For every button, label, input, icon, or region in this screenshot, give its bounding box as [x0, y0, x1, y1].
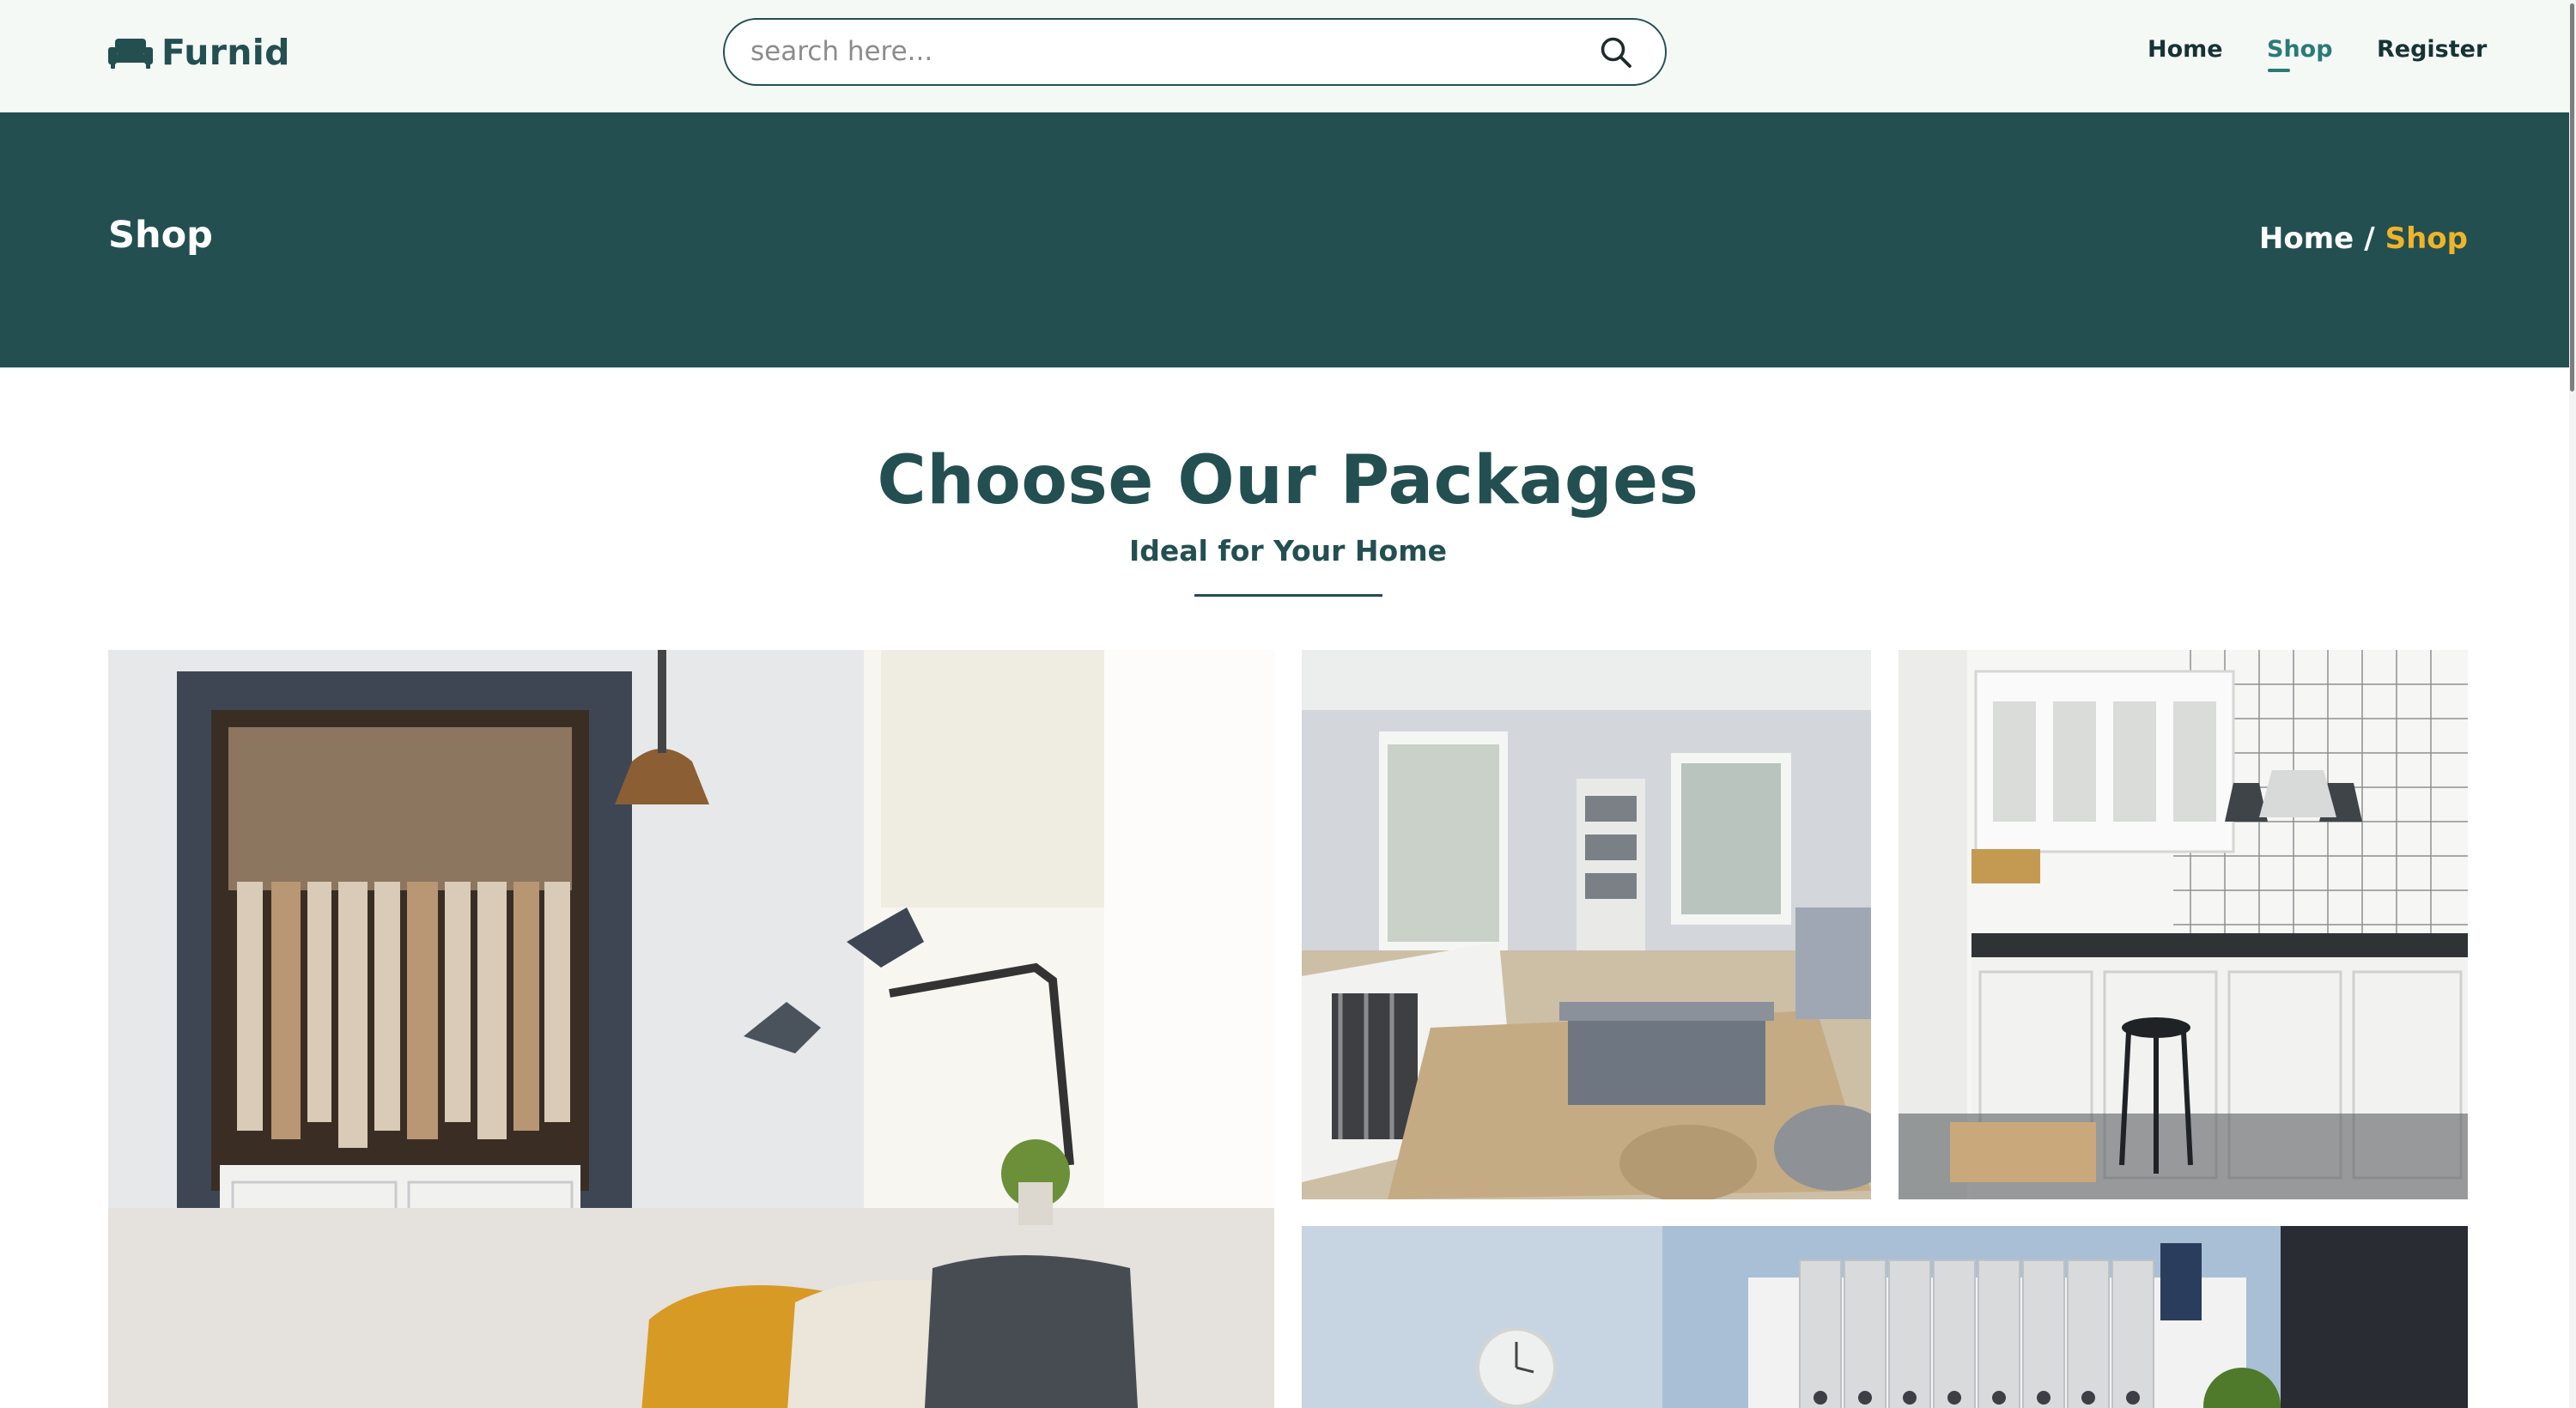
- breadcrumb-home-link[interactable]: Home: [2259, 222, 2354, 256]
- bedroom-package-image[interactable]: [108, 650, 1274, 1408]
- logo-link[interactable]: Furnid: [108, 29, 290, 76]
- section-subtitle: Ideal for Your Home: [1129, 534, 1447, 567]
- site-header: Furnid Home Shop Register: [0, 0, 2576, 112]
- page-title: Shop: [108, 214, 213, 257]
- active-nav-indicator: [2268, 69, 2290, 72]
- scrollbar-thumb[interactable]: [2570, 3, 2574, 391]
- breadcrumb: Home / Shop: [2259, 222, 2468, 256]
- page-scrollbar[interactable]: [2569, 0, 2576, 1408]
- search-icon: [1599, 35, 1633, 70]
- page-banner: Shop Home / Shop: [0, 112, 2576, 367]
- section-title: Choose Our Packages: [877, 442, 1699, 519]
- brand-name: Furnid: [161, 32, 290, 73]
- search-box: [723, 18, 1667, 86]
- nav-shop-link[interactable]: Shop: [2267, 36, 2333, 63]
- breadcrumb-separator: /: [2364, 222, 2375, 256]
- search-input[interactable]: [750, 30, 1566, 73]
- sofa-icon: [108, 35, 153, 70]
- nav-home-link[interactable]: Home: [2148, 36, 2223, 63]
- home-office-package-image[interactable]: [1302, 1226, 2468, 1408]
- kitchen-package-image[interactable]: [1899, 650, 2468, 1199]
- nav-register-link[interactable]: Register: [2377, 36, 2487, 63]
- living-room-package-image[interactable]: [1302, 650, 1871, 1199]
- search-button[interactable]: [1598, 34, 1634, 70]
- section-divider: [1194, 594, 1382, 597]
- breadcrumb-current: Shop: [2385, 222, 2468, 256]
